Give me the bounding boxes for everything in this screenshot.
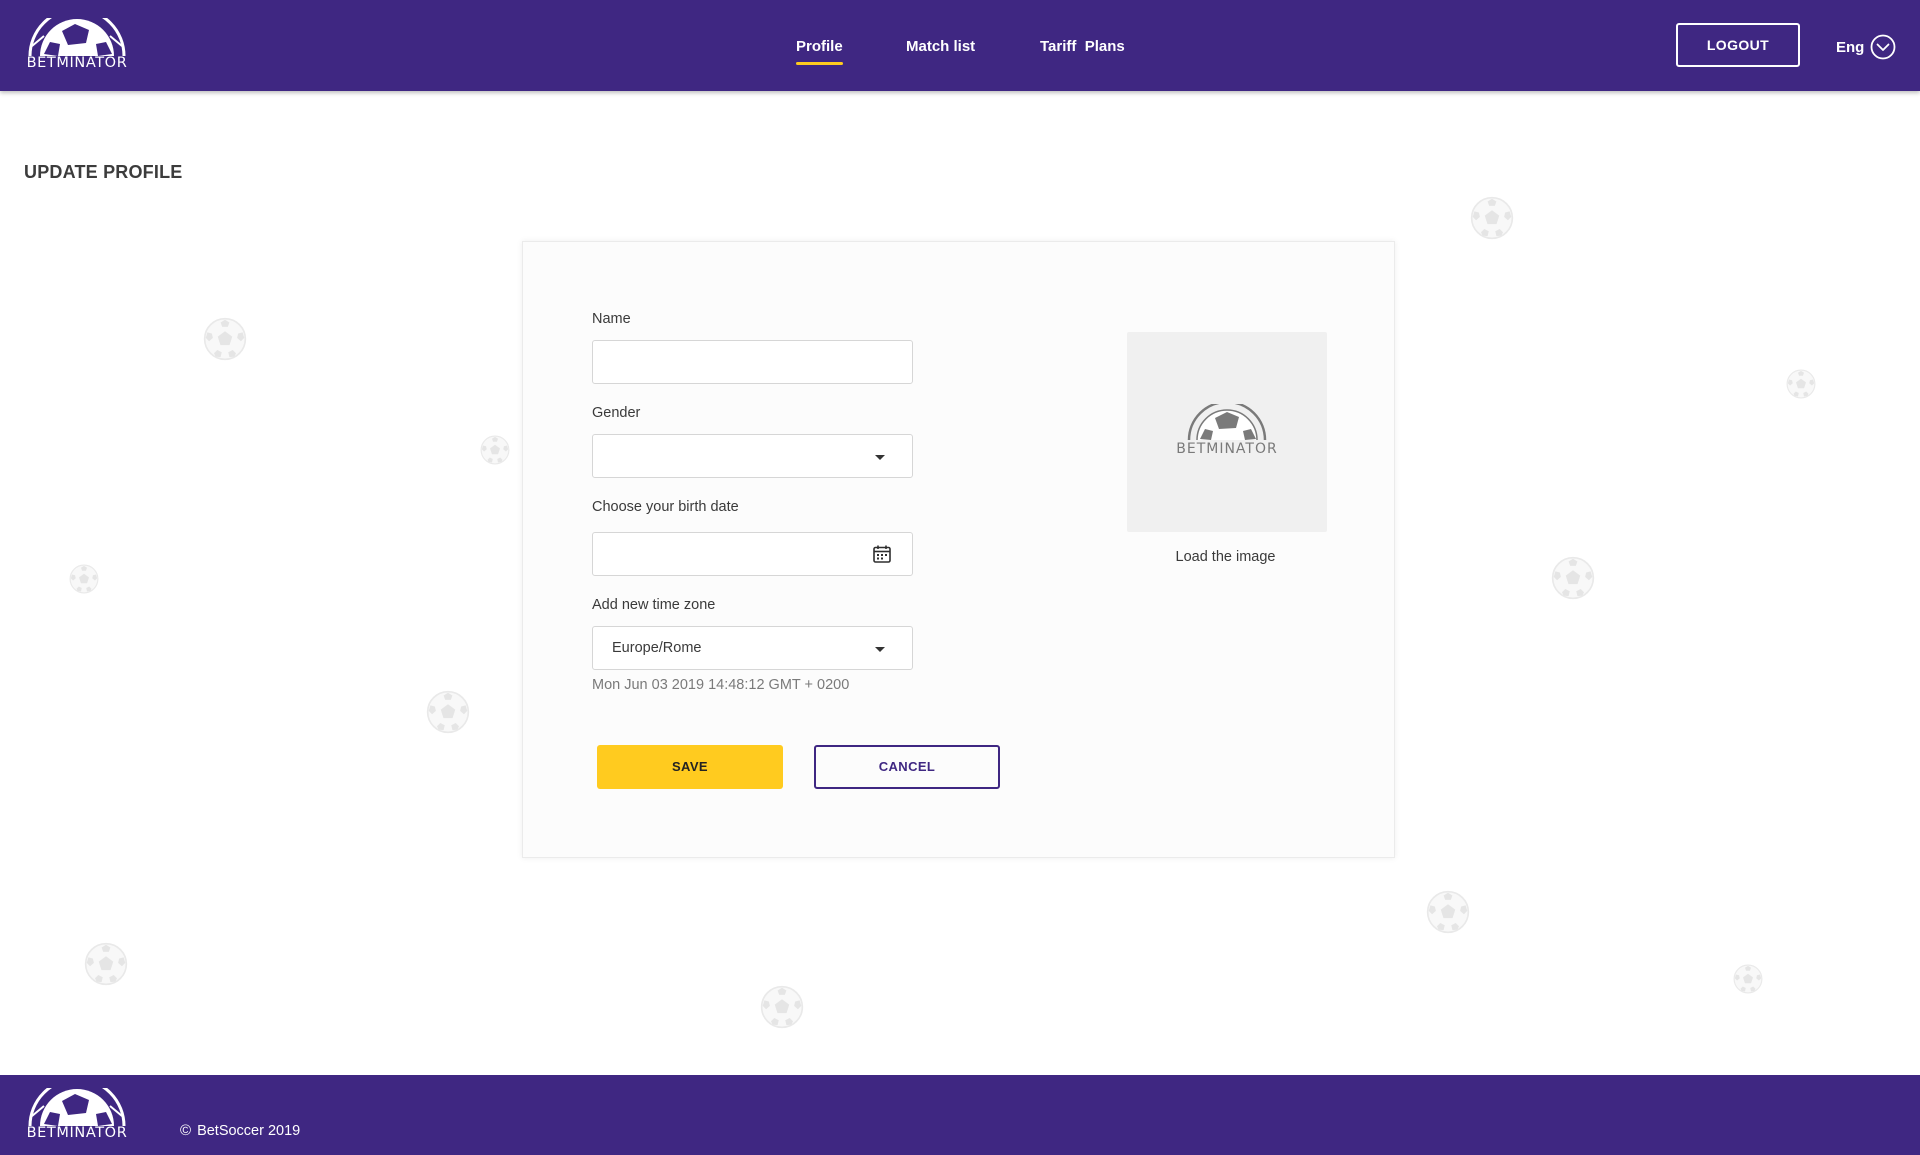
soccer-ball-icon (1470, 196, 1514, 240)
soccer-ball-logo-icon (28, 18, 126, 57)
calendar-icon[interactable] (872, 544, 892, 564)
copyright-icon: © (180, 1122, 192, 1139)
soccer-ball-icon (203, 317, 247, 361)
soccer-ball-logo-icon (1187, 404, 1267, 440)
profile-image-placeholder[interactable]: BETMINATOR (1127, 332, 1327, 532)
page-title: UPDATE PROFILE (24, 162, 183, 182)
top-navigation-bar: BETMINATOR Profile Match list Tariff Pla… (0, 0, 1920, 91)
soccer-ball-icon (1551, 556, 1595, 600)
gender-select[interactable] (592, 434, 913, 478)
soccer-ball-icon (760, 985, 804, 1029)
caret-down-icon (875, 455, 885, 460)
chevron-down-circle-icon (1870, 34, 1896, 60)
timezone-select-value: Europe/Rome (612, 640, 702, 656)
soccer-ball-icon (1733, 964, 1763, 994)
soccer-ball-icon (426, 690, 470, 734)
copyright-text: © BetSoccer 2019 (180, 1122, 300, 1139)
footer-logo-text: BETMINATOR (26, 1125, 128, 1141)
birth-date-input[interactable] (593, 533, 912, 575)
soccer-ball-logo-icon (28, 1088, 126, 1127)
language-label: Eng (1836, 39, 1865, 56)
nav-item-match-list[interactable]: Match list (906, 38, 975, 55)
timezone-current-datetime: Mon Jun 03 2019 14:48:12 GMT + 0200 (592, 677, 850, 693)
load-image-link[interactable]: Load the image (1127, 549, 1324, 565)
logout-button[interactable]: LOGOUT (1676, 23, 1800, 67)
placeholder-logo-text: BETMINATOR (1176, 441, 1278, 457)
name-label: Name (592, 311, 631, 327)
logo-text: BETMINATOR (26, 55, 128, 71)
nav-item-tariff-plans[interactable]: Tariff Plans (1040, 38, 1125, 55)
birth-date-label: Choose your birth date (592, 499, 739, 515)
footer: BETMINATOR © BetSoccer 2019 (0, 1075, 1920, 1155)
soccer-ball-icon (69, 564, 99, 594)
copyright-label: BetSoccer 2019 (197, 1123, 301, 1139)
nav-item-profile[interactable]: Profile (796, 38, 843, 65)
soccer-ball-icon (480, 435, 510, 465)
timezone-select[interactable]: Europe/Rome (592, 626, 913, 670)
gender-label: Gender (592, 405, 641, 421)
soccer-ball-icon (1426, 890, 1470, 934)
name-field[interactable] (592, 340, 913, 384)
timezone-label: Add new time zone (592, 597, 716, 613)
footer-betminator-logo[interactable]: BETMINATOR (22, 1088, 132, 1144)
birth-date-field[interactable] (592, 532, 913, 576)
caret-down-icon (875, 647, 885, 652)
soccer-ball-icon (84, 942, 128, 986)
betminator-logo[interactable]: BETMINATOR (22, 18, 132, 74)
save-button[interactable]: SAVE (597, 745, 783, 789)
cancel-button[interactable]: CANCEL (814, 745, 1000, 789)
name-input[interactable] (593, 341, 912, 383)
soccer-ball-icon (1786, 369, 1816, 399)
